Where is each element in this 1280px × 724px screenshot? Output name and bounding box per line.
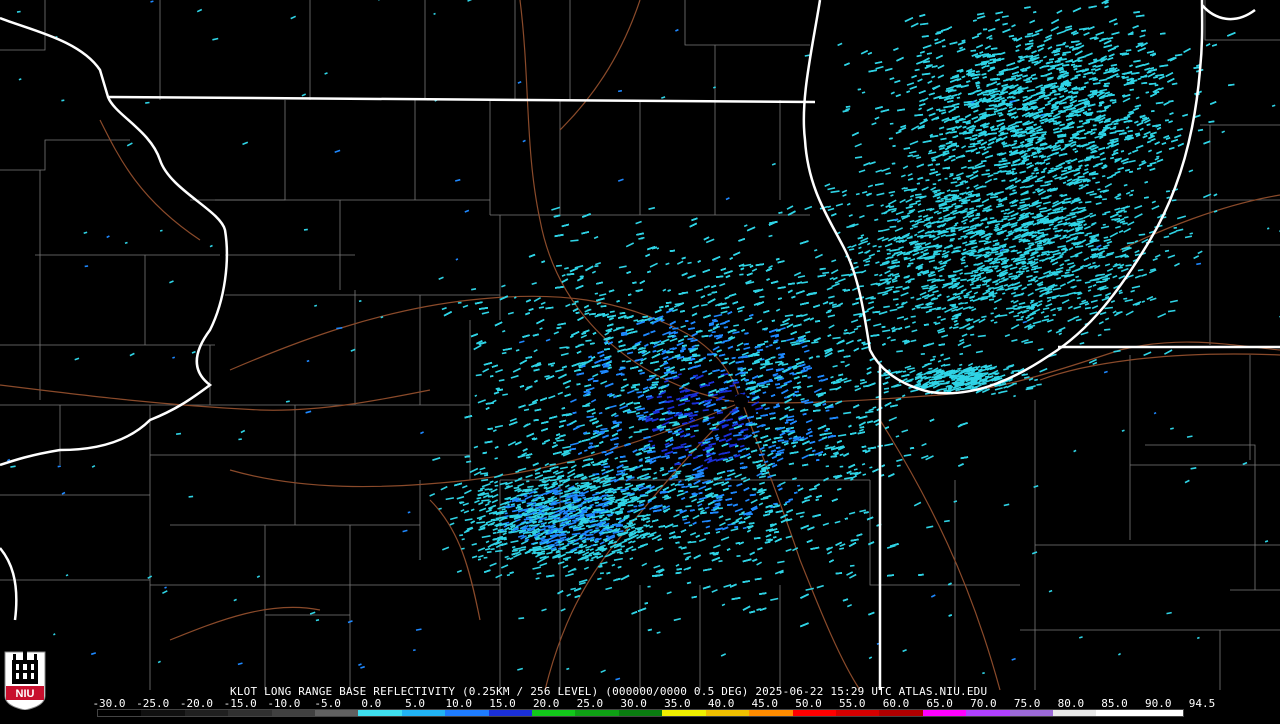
- colorbar-segment: [749, 710, 792, 716]
- colorbar-segment: [402, 710, 445, 716]
- colorbar-segment: [98, 710, 141, 716]
- colorbar-segment: [358, 710, 401, 716]
- colorbar-segment: [532, 710, 575, 716]
- colorbar-segment: [228, 710, 271, 716]
- colorbar-segment: [315, 710, 358, 716]
- colorbar-segment: [793, 710, 836, 716]
- colorbar-segment: [836, 710, 879, 716]
- colorbar-ticks: -30.0-25.0-20.0-15.0-10.0-5.00.05.010.01…: [95, 697, 1195, 709]
- colorbar-segment: [141, 710, 184, 716]
- colorbar-segment: [1140, 710, 1183, 716]
- colorbar-segment: [1053, 710, 1096, 716]
- niu-logo: NIU: [3, 646, 47, 710]
- colorbar-segment: [185, 710, 228, 716]
- colorbar-segment: [575, 710, 618, 716]
- colorbar-segment: [489, 710, 532, 716]
- colorbar-segment: [662, 710, 705, 716]
- colorbar-segment: [445, 710, 488, 716]
- colorbar-segment: [272, 710, 315, 716]
- colorbar-segment: [619, 710, 662, 716]
- colorbar-tick: 94.5: [1189, 697, 1216, 710]
- colorbar-segment: [706, 710, 749, 716]
- radar-map: NIU KLOT LONG RANGE BASE REFLECTIVITY (0…: [0, 0, 1280, 720]
- reflectivity-colorbar: [97, 709, 1184, 717]
- map-canvas: [0, 0, 1280, 720]
- colorbar-segment: [966, 710, 1009, 716]
- radar-site-marker: [734, 394, 748, 408]
- colorbar-segment: [879, 710, 922, 716]
- colorbar-segment: [923, 710, 966, 716]
- colorbar-segment: [1096, 710, 1139, 716]
- colorbar-segment: [1010, 710, 1053, 716]
